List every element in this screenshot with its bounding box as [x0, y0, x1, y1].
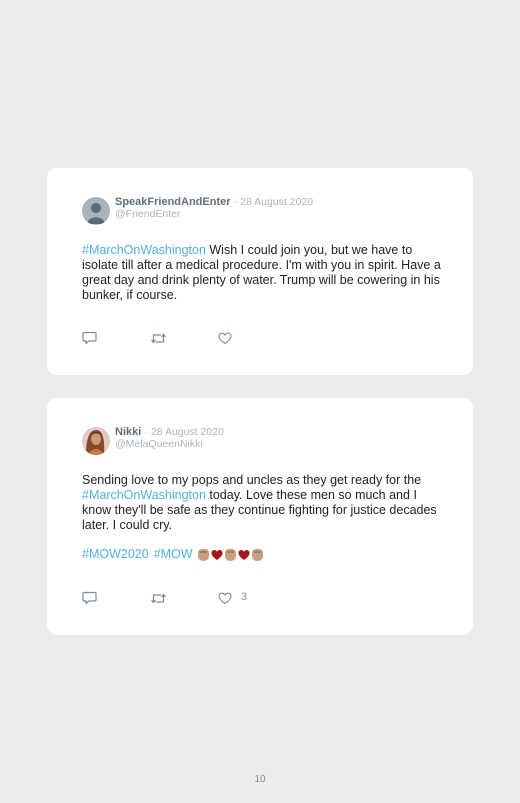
- like-button[interactable]: 3: [218, 590, 248, 605]
- retweet-icon: [151, 593, 166, 603]
- author-handle[interactable]: @FriendEnter: [115, 208, 313, 221]
- tweet-card: SpeakFriendAndEnter · 28 August 2020 @Fr…: [47, 168, 473, 375]
- profile-photo: [82, 427, 110, 455]
- raised-fist-emoji: [197, 548, 209, 561]
- author-handle[interactable]: @MelaQueenNikki: [115, 438, 224, 451]
- retweet-button[interactable]: [150, 332, 218, 345]
- separator-dot: ·: [233, 196, 238, 208]
- red-heart-emoji: [238, 549, 250, 560]
- page-number: 10: [254, 774, 266, 785]
- tweet-header: SpeakFriendAndEnter · 28 August 2020 @Fr…: [82, 196, 313, 225]
- hashtag-link[interactable]: #MOW: [154, 547, 193, 562]
- separator-dot: ·: [144, 426, 148, 438]
- raised-fist-emoji: [224, 548, 236, 561]
- tweet-actions: 3: [82, 591, 247, 605]
- avatar[interactable]: [82, 197, 110, 225]
- hashtag-link[interactable]: #MarchOnWashington: [82, 488, 206, 502]
- tweet-text-before: Sending love to my pops and uncles as th…: [82, 473, 422, 487]
- tweet-hashtags: #MOW2020 #MOW: [82, 547, 265, 562]
- heart-icon: [218, 592, 232, 604]
- raised-fist-emoji: [251, 548, 263, 561]
- reply-icon: [82, 331, 97, 345]
- tweet-date[interactable]: 28 August 2020: [151, 426, 224, 438]
- tweet-date[interactable]: 28 August 2020: [240, 196, 313, 208]
- author-name[interactable]: SpeakFriendAndEnter: [115, 196, 231, 208]
- author-name[interactable]: Nikki: [115, 426, 141, 438]
- emoji-sequence: [197, 548, 265, 561]
- red-heart-emoji: [211, 549, 223, 560]
- retweet-icon: [151, 333, 166, 343]
- hashtag-link[interactable]: #MarchOnWashington: [82, 243, 206, 257]
- reply-button[interactable]: [82, 591, 150, 605]
- tweet-text: #MarchOnWashington Wish I could join you…: [82, 243, 442, 303]
- hashtag-link[interactable]: #MOW2020: [82, 547, 149, 562]
- tweet-actions: [82, 331, 232, 345]
- tweet-text: Sending love to my pops and uncles as th…: [82, 473, 442, 533]
- author-meta: SpeakFriendAndEnter · 28 August 2020 @Fr…: [115, 196, 313, 225]
- author-meta: Nikki · 28 August 2020 @MelaQueenNikki: [115, 426, 224, 455]
- default-avatar-icon: [82, 197, 110, 225]
- reply-icon: [82, 591, 97, 605]
- like-count: 3: [241, 590, 248, 603]
- avatar[interactable]: [82, 427, 110, 455]
- retweet-button[interactable]: [150, 592, 218, 605]
- like-button[interactable]: [218, 332, 232, 345]
- tweet-header: Nikki · 28 August 2020 @MelaQueenNikki: [82, 426, 224, 455]
- heart-icon: [218, 332, 232, 344]
- reply-button[interactable]: [82, 331, 150, 345]
- tweet-card: Nikki · 28 August 2020 @MelaQueenNikki S…: [47, 398, 473, 635]
